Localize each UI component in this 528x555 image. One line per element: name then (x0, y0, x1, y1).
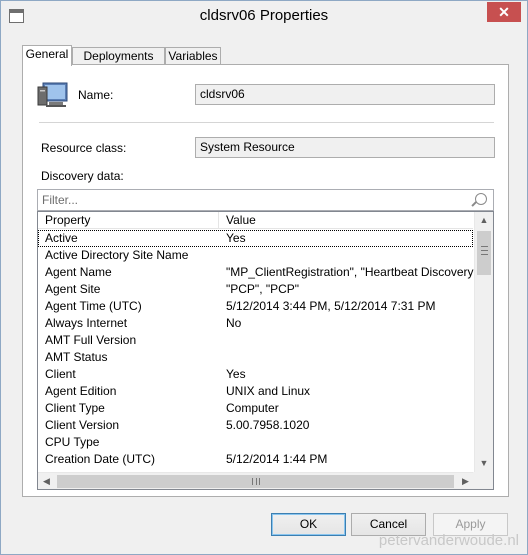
list-body: Active Yes Active Directory Site Name Age… (38, 230, 478, 468)
property-cell: Active Directory Site Name (45, 248, 189, 262)
scroll-left-arrow-icon[interactable]: ◀ (38, 473, 55, 489)
horizontal-scroll-thumb[interactable] (57, 475, 454, 488)
property-cell: Always Internet (45, 316, 128, 330)
name-label: Name: (78, 88, 114, 102)
grip-icon (252, 478, 260, 485)
discovery-data-list[interactable]: Property Value Active Yes Active Director… (37, 211, 494, 490)
value-cell: UNIX and Linux (226, 384, 311, 398)
tab-general[interactable]: General (22, 45, 72, 66)
property-cell: Client (45, 367, 76, 381)
table-row[interactable]: AMT Full Version (38, 332, 473, 349)
value-cell: "MP_ClientRegistration", "Heartbeat Disc… (226, 265, 478, 279)
property-cell: CPU Type (45, 435, 100, 449)
column-header-property[interactable]: Property (38, 212, 219, 229)
value-cell: 5/12/2014 3:44 PM, 5/12/2014 7:31 PM (226, 299, 436, 313)
property-cell: Agent Time (UTC) (45, 299, 142, 313)
scroll-right-arrow-icon[interactable]: ▶ (457, 473, 474, 489)
resource-class-field: System Resource (195, 137, 495, 158)
table-row[interactable]: Agent Name "MP_ClientRegistration", "Hear… (38, 264, 478, 281)
table-row[interactable]: Agent Edition UNIX and Linux (38, 383, 473, 400)
filter-input[interactable] (38, 190, 458, 210)
watermark-text: petervanderwoude.nl (378, 532, 519, 549)
filter-box[interactable] (37, 189, 494, 211)
property-cell: Active (45, 231, 78, 245)
value-cell: "PCP", "PCP" (226, 282, 300, 296)
value-cell: 5/12/2014 1:44 PM (226, 452, 328, 466)
table-row[interactable]: Active Yes (38, 230, 473, 247)
table-row[interactable]: Client Yes (38, 366, 473, 383)
table-row[interactable]: AMT Status (38, 349, 473, 366)
table-row[interactable]: Creation Date (UTC) 5/12/2014 1:44 PM (38, 451, 473, 468)
search-icon[interactable] (475, 193, 487, 205)
value-cell: Yes (226, 367, 246, 381)
property-cell: Client Type (45, 401, 105, 415)
property-cell: Agent Name (45, 265, 112, 279)
property-cell: Creation Date (UTC) (45, 452, 156, 466)
scroll-down-arrow-icon[interactable]: ▼ (475, 455, 493, 472)
value-cell: Yes (226, 231, 246, 245)
table-row[interactable]: Agent Time (UTC) 5/12/2014 3:44 PM, 5/12/… (38, 298, 473, 315)
property-cell: Agent Site (45, 282, 101, 296)
scrollbar-corner (473, 472, 493, 489)
table-row[interactable]: Active Directory Site Name (38, 247, 473, 264)
title-bar[interactable]: cldsrv06 Properties ✕ (1, 1, 527, 32)
computer-icon (37, 82, 68, 107)
value-cell: No (226, 316, 242, 330)
property-cell: AMT Full Version (45, 333, 137, 347)
table-row[interactable]: CPU Type (38, 434, 473, 451)
properties-dialog: cldsrv06 Properties ✕ General Deployment… (0, 0, 528, 555)
value-cell: 5.00.7958.1020 (226, 418, 310, 432)
table-row[interactable]: Client Version 5.00.7958.1020 (38, 417, 473, 434)
window-title: cldsrv06 Properties (199, 7, 329, 24)
horizontal-scrollbar[interactable]: ◀ ▶ (38, 472, 474, 489)
table-row[interactable]: Client Type Computer (38, 400, 473, 417)
table-row[interactable]: Agent Site "PCP", "PCP" (38, 281, 473, 298)
property-cell: Agent Edition (45, 384, 117, 398)
name-field: cldsrv06 (195, 84, 495, 105)
vertical-scrollbar[interactable]: ▲ ▼ (474, 212, 493, 472)
vertical-scroll-thumb[interactable] (477, 231, 491, 275)
ok-button[interactable]: OK (271, 513, 346, 536)
close-button[interactable]: ✕ (487, 2, 521, 22)
value-cell: Computer (226, 401, 279, 415)
column-header-value[interactable]: Value (219, 212, 473, 229)
grip-icon (481, 246, 488, 255)
property-cell: AMT Status (45, 350, 108, 364)
scroll-up-arrow-icon[interactable]: ▲ (475, 212, 493, 229)
table-row[interactable]: Always Internet No (38, 315, 473, 332)
separator (39, 122, 494, 123)
resource-class-label: Resource class: (41, 141, 127, 155)
discovery-data-label: Discovery data: (41, 169, 124, 183)
list-header: Property Value (38, 212, 473, 229)
property-cell: Client Version (45, 418, 120, 432)
